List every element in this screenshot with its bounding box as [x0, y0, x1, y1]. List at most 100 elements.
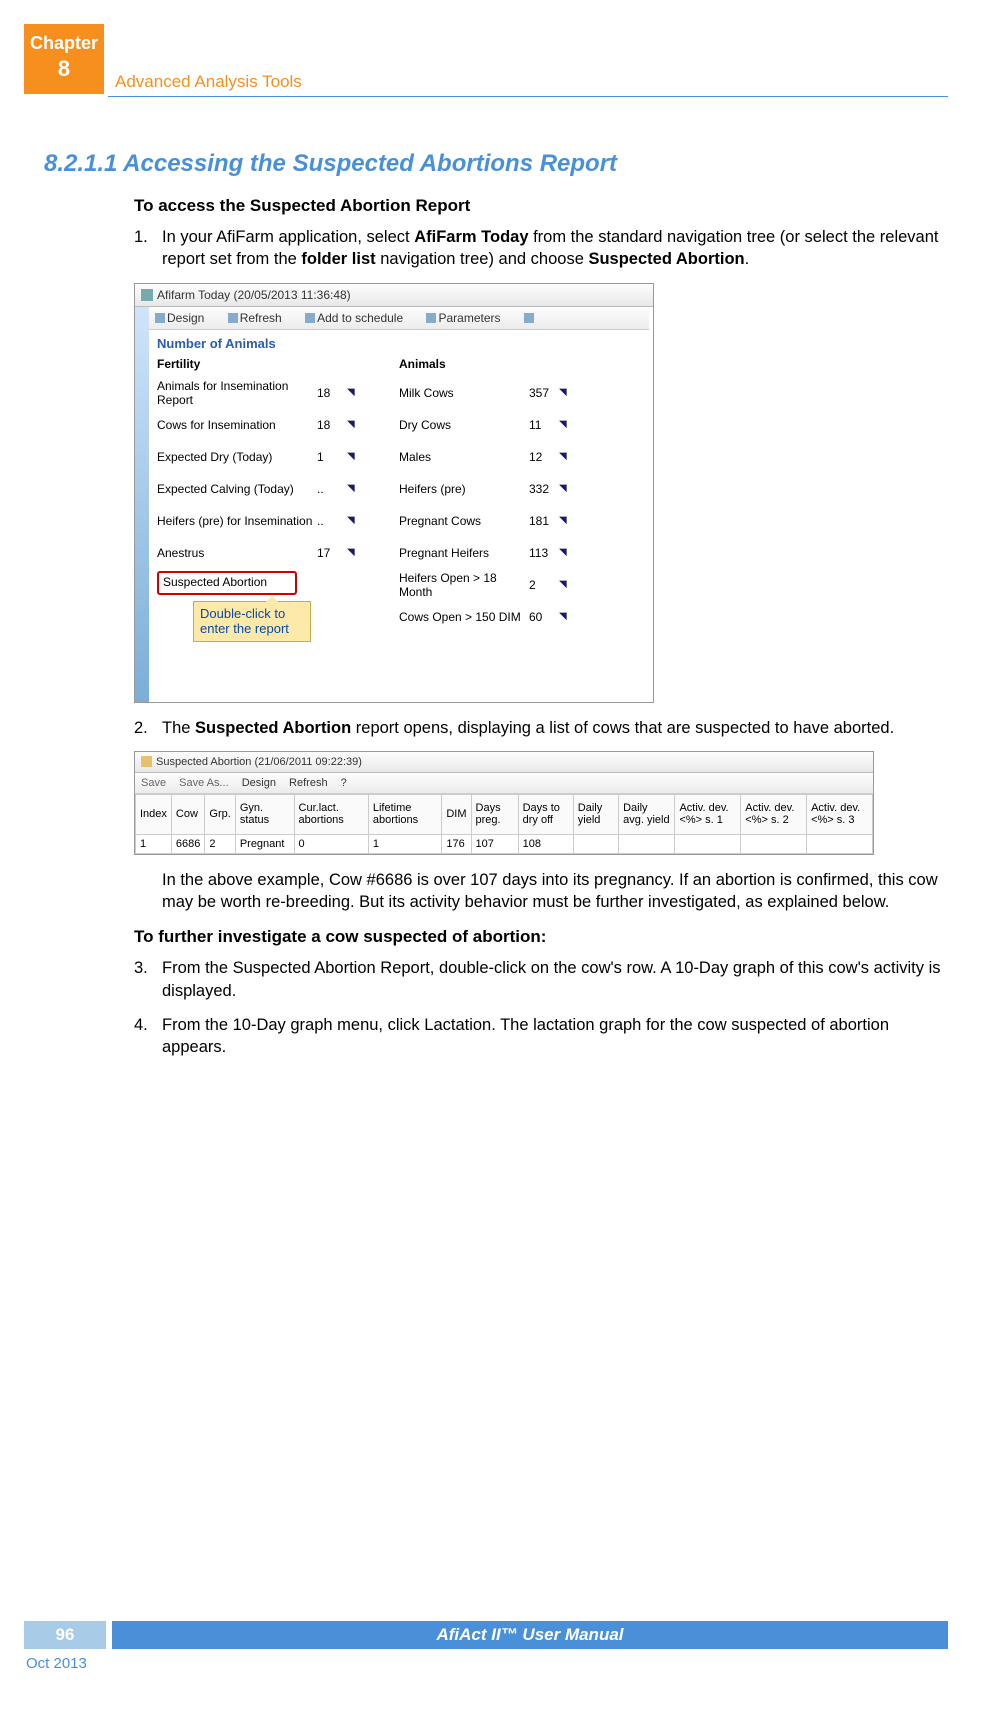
animals-row[interactable]: Pregnant Cows181◥: [399, 505, 641, 537]
steps-3: 3. From the Suspected Abortion Report, d…: [134, 957, 948, 1058]
step-1-text: In your AfiFarm application, select AfiF…: [162, 226, 948, 271]
col-h[interactable]: Index: [136, 794, 172, 834]
col-h[interactable]: Lifetime abortions: [368, 794, 441, 834]
col-h[interactable]: Activ. dev.<%> s. 1: [675, 794, 741, 834]
fertility-row[interactable]: Expected Dry (Today)1◥: [157, 441, 399, 473]
dropdown-icon[interactable]: ◥: [347, 547, 355, 558]
dropdown-icon[interactable]: ◥: [559, 451, 567, 462]
fertility-row[interactable]: Anestrus17◥: [157, 537, 399, 569]
refresh-button[interactable]: Refresh: [289, 777, 328, 789]
ss1-toolbar: Design Refresh Add to schedule Parameter…: [149, 307, 649, 330]
animals-row[interactable]: Heifers (pre)332◥: [399, 473, 641, 505]
fertility-row[interactable]: Expected Calving (Today)..◥: [157, 473, 399, 505]
step-2-num: 2.: [134, 717, 162, 739]
report-icon: [141, 756, 152, 767]
help-icon: [524, 313, 534, 323]
suspected-abortion-report-screenshot: Suspected Abortion (21/06/2011 09:22:39)…: [134, 751, 874, 855]
ss1-main: Design Refresh Add to schedule Parameter…: [149, 307, 649, 702]
fertility-row[interactable]: Cows for Insemination18◥: [157, 409, 399, 441]
ss1-section-title: Number of Animals: [149, 330, 649, 353]
dropdown-icon[interactable]: ◥: [559, 515, 567, 526]
col-h[interactable]: Daily avg. yield: [619, 794, 675, 834]
refresh-button[interactable]: Refresh: [228, 311, 292, 325]
step-3: 3. From the Suspected Abortion Report, d…: [134, 957, 948, 1002]
save-as-button[interactable]: Save As...: [179, 777, 229, 789]
dropdown-icon[interactable]: ◥: [347, 419, 355, 430]
ss2-toolbar: Save Save As... Design Refresh ?: [135, 773, 873, 794]
col-h[interactable]: Days to dry off: [518, 794, 573, 834]
animals-row[interactable]: Heifers Open > 18 Month2◥: [399, 569, 641, 601]
dropdown-icon[interactable]: ◥: [347, 387, 355, 398]
parameters-icon: [426, 313, 436, 323]
dropdown-icon[interactable]: ◥: [347, 483, 355, 494]
chapter-tab: Chapter 8: [24, 24, 104, 94]
design-button[interactable]: Design: [242, 777, 276, 789]
dropdown-icon[interactable]: ◥: [559, 547, 567, 558]
page-footer: 96 AfiAct II™ User Manual Oct 2013: [24, 1621, 948, 1672]
save-button[interactable]: Save: [141, 777, 166, 789]
ss1-sidebar: [135, 307, 149, 702]
design-icon: [155, 313, 165, 323]
animals-header: Animals: [399, 353, 641, 377]
ss1-titlebar: Afifarm Today (20/05/2013 11:36:48): [135, 284, 653, 307]
manual-title: AfiAct II™ User Manual: [112, 1621, 948, 1649]
step-1-num: 1.: [134, 226, 162, 271]
dropdown-icon[interactable]: ◥: [347, 515, 355, 526]
refresh-icon: [228, 313, 238, 323]
help-button[interactable]: [524, 311, 536, 325]
animals-row[interactable]: Cows Open > 150 DIM60◥: [399, 601, 641, 633]
chapter-number: 8: [24, 55, 104, 84]
animals-row[interactable]: Milk Cows357◥: [399, 377, 641, 409]
design-button[interactable]: Design: [155, 311, 214, 325]
callout-annotation: Double-click to enter the report: [193, 601, 311, 642]
col-h[interactable]: Grp.: [205, 794, 235, 834]
col-h[interactable]: Cow: [171, 794, 204, 834]
step-3-num: 3.: [134, 957, 162, 1002]
intro-bold: To access the Suspected Abortion Report: [134, 196, 948, 216]
further-bold: To further investigate a cow suspected o…: [134, 927, 948, 947]
col-h[interactable]: Activ. dev.<%> s. 3: [807, 794, 873, 834]
step-4: 4. From the 10-Day graph menu, click Lac…: [134, 1014, 948, 1059]
fertility-row[interactable]: Animals for Insemination Report18◥: [157, 377, 399, 409]
header-divider: [108, 96, 948, 97]
schedule-button[interactable]: Add to schedule: [305, 311, 413, 325]
animals-row[interactable]: Males12◥: [399, 441, 641, 473]
dropdown-icon[interactable]: ◥: [559, 483, 567, 494]
help-button[interactable]: ?: [341, 777, 347, 789]
example-paragraph: In the above example, Cow #6686 is over …: [162, 869, 948, 914]
ss2-titlebar: Suspected Abortion (21/06/2011 09:22:39): [135, 752, 873, 773]
col-h[interactable]: Gyn. status: [235, 794, 294, 834]
chapter-label: Chapter: [30, 33, 98, 53]
animals-row[interactable]: Dry Cows11◥: [399, 409, 641, 441]
step-4-text: From the 10-Day graph menu, click Lactat…: [162, 1014, 948, 1059]
dropdown-icon[interactable]: ◥: [559, 387, 567, 398]
window-icon: [141, 289, 153, 301]
animals-col: Animals Milk Cows357◥ Dry Cows11◥ Males1…: [399, 353, 641, 651]
fertility-row[interactable]: Heifers (pre) for Insemination..◥: [157, 505, 399, 537]
col-h[interactable]: Activ. dev.<%> s. 2: [741, 794, 807, 834]
col-h[interactable]: Cur.lact. abortions: [294, 794, 368, 834]
step-2-text: The Suspected Abortion report opens, dis…: [162, 717, 948, 739]
section-heading: 8.2.1.1 Accessing the Suspected Abortion…: [44, 150, 948, 178]
report-table: Index Cow Grp. Gyn. status Cur.lact. abo…: [135, 794, 873, 854]
dropdown-icon[interactable]: ◥: [559, 611, 567, 622]
col-h[interactable]: Daily yield: [573, 794, 618, 834]
table-row[interactable]: 1 6686 2 Pregnant 0 1 176 107 108: [136, 834, 873, 853]
dropdown-icon[interactable]: ◥: [559, 579, 567, 590]
step-1: 1. In your AfiFarm application, select A…: [134, 226, 948, 271]
parameters-button[interactable]: Parameters: [426, 311, 510, 325]
col-h[interactable]: DIM: [442, 794, 471, 834]
footer-date: Oct 2013: [26, 1655, 948, 1672]
animals-row[interactable]: Pregnant Heifers113◥: [399, 537, 641, 569]
steps: 1. In your AfiFarm application, select A…: [134, 226, 948, 271]
page-content: 8.2.1.1 Accessing the Suspected Abortion…: [44, 150, 948, 1070]
step-2: 2. The Suspected Abortion report opens, …: [134, 717, 948, 739]
steps-2: 2. The Suspected Abortion report opens, …: [134, 717, 948, 739]
dropdown-icon[interactable]: ◥: [347, 451, 355, 462]
fertility-header: Fertility: [157, 353, 399, 377]
dropdown-icon[interactable]: ◥: [559, 419, 567, 430]
ss1-columns: Fertility Animals for Insemination Repor…: [149, 353, 649, 659]
schedule-icon: [305, 313, 315, 323]
section-label: Advanced Analysis Tools: [115, 72, 302, 92]
col-h[interactable]: Days preg.: [471, 794, 518, 834]
